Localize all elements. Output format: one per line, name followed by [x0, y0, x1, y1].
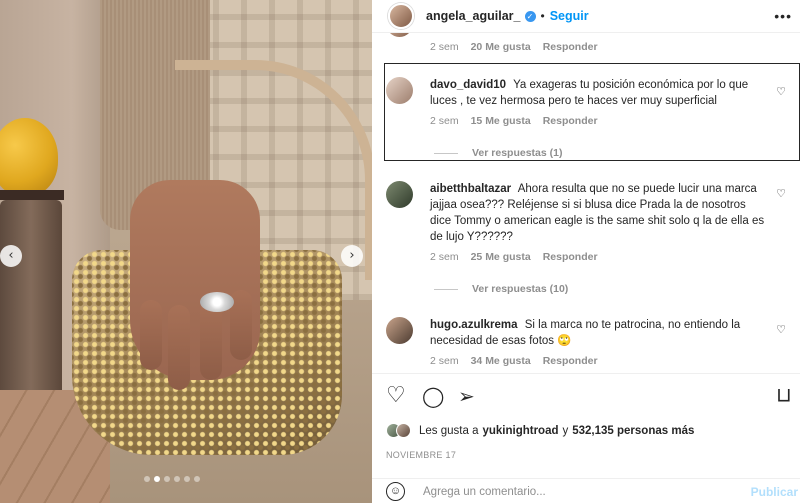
share-icon[interactable]: ➢	[458, 386, 475, 406]
commenter-avatar[interactable]	[386, 181, 413, 208]
carousel-prev-button[interactable]: ‹	[0, 245, 22, 267]
likes-connector: y	[562, 424, 569, 437]
likes-prefix: Les gusta a	[419, 424, 479, 437]
carousel-dot	[174, 476, 180, 482]
photo-lamp-base	[0, 190, 64, 200]
commenter-avatar[interactable]	[386, 77, 413, 104]
comments-list: 2 sem 20 Me gusta Responder davo_david10…	[372, 33, 800, 373]
reply-button[interactable]: Responder	[543, 41, 598, 53]
comment-time: 2 sem	[430, 41, 459, 53]
view-replies-label: Ver respuestas (1)	[472, 147, 563, 159]
commenter-avatar[interactable]	[386, 317, 413, 344]
carousel-dot	[154, 476, 160, 482]
post-date: NOVIEMBRE 17	[386, 450, 457, 460]
comment-likes[interactable]: 20 Me gusta	[471, 41, 531, 53]
save-icon[interactable]: ⊓	[776, 384, 792, 408]
comment-icon[interactable]: ◯	[422, 386, 444, 406]
reply-button[interactable]: Responder	[543, 355, 598, 367]
commenter-username[interactable]: aibetthbaltazar	[430, 183, 511, 195]
comment-item: aibetthbaltazar Ahora resulta que no se …	[386, 181, 786, 271]
previous-comment-avatar	[386, 33, 413, 37]
commenter-username[interactable]: hugo.azulkrema	[430, 319, 518, 331]
carousel-next-button[interactable]: ›	[341, 245, 363, 267]
carousel-dot	[144, 476, 150, 482]
publish-button[interactable]: Publicar	[751, 485, 798, 499]
view-replies-button[interactable]: Ver respuestas (10)	[434, 283, 568, 295]
like-icon[interactable]: ♡	[386, 385, 406, 407]
verified-badge-icon: ✓	[524, 10, 536, 22]
commenter-username[interactable]: davo_david10	[430, 79, 506, 91]
replies-divider	[434, 152, 458, 154]
carousel-dot	[164, 476, 170, 482]
post-side-panel: angela_aguilar_ ✓ • Seguir ••• 2 sem 20 …	[372, 0, 800, 503]
emoji-icon[interactable]: ☺	[386, 482, 405, 501]
chevron-left-icon: ‹	[8, 248, 14, 263]
more-options-icon[interactable]: •••	[774, 8, 792, 24]
comment-likes[interactable]: 34 Me gusta	[471, 355, 531, 367]
post-actions: ♡ ◯ ➢ ⊓ Les gusta a yukinightroad y 532,…	[372, 373, 800, 503]
comment-likes[interactable]: 15 Me gusta	[471, 115, 531, 127]
liker-username[interactable]: yukinightroad	[482, 425, 558, 437]
photo-ring	[200, 292, 234, 312]
likes-summary[interactable]: Les gusta a yukinightroad y 532,135 pers…	[386, 423, 694, 438]
photo-finger	[140, 300, 162, 370]
comment-input[interactable]: Agrega un comentario...	[423, 486, 751, 498]
comment-time: 2 sem	[430, 355, 459, 367]
comment-meta-previous: 2 sem 20 Me gusta Responder	[386, 33, 786, 53]
comment-composer: ☺ Agrega un comentario... Publicar	[372, 478, 800, 503]
comment-like-icon[interactable]: ♡	[776, 187, 786, 200]
author-avatar[interactable]	[388, 3, 414, 29]
comment-item: davo_david10 Ya exageras tu posición eco…	[386, 77, 786, 137]
view-replies-label: Ver respuestas (10)	[472, 283, 569, 295]
likes-count[interactable]: 532,135 personas más	[572, 425, 694, 437]
author-username[interactable]: angela_aguilar_	[426, 9, 521, 23]
comment-like-icon[interactable]: ♡	[776, 85, 786, 98]
carousel-dot	[194, 476, 200, 482]
post-header: angela_aguilar_ ✓ • Seguir •••	[372, 0, 800, 33]
carousel-dots	[144, 476, 200, 482]
comment-like-icon[interactable]: ♡	[776, 323, 786, 336]
carousel-dot	[184, 476, 190, 482]
liker-avatar	[396, 423, 411, 438]
header-separator: •	[540, 9, 545, 23]
reply-button[interactable]: Responder	[543, 115, 598, 127]
comment-time: 2 sem	[430, 115, 459, 127]
reply-button[interactable]: Responder	[543, 251, 598, 263]
comment-likes[interactable]: 25 Me gusta	[471, 251, 531, 263]
photo-yellow-lamp	[0, 118, 58, 196]
photo-finger	[200, 300, 222, 380]
replies-divider	[434, 288, 458, 290]
chevron-right-icon: ›	[349, 248, 355, 263]
view-replies-button[interactable]: Ver respuestas (1)	[434, 147, 562, 159]
follow-button[interactable]: Seguir	[550, 9, 589, 23]
post-photo[interactable]: ‹ ›	[0, 0, 372, 503]
comment-time: 2 sem	[430, 251, 459, 263]
comment-item: hugo.azulkrema Si la marca no te patroci…	[386, 317, 786, 373]
photo-finger	[168, 305, 190, 390]
